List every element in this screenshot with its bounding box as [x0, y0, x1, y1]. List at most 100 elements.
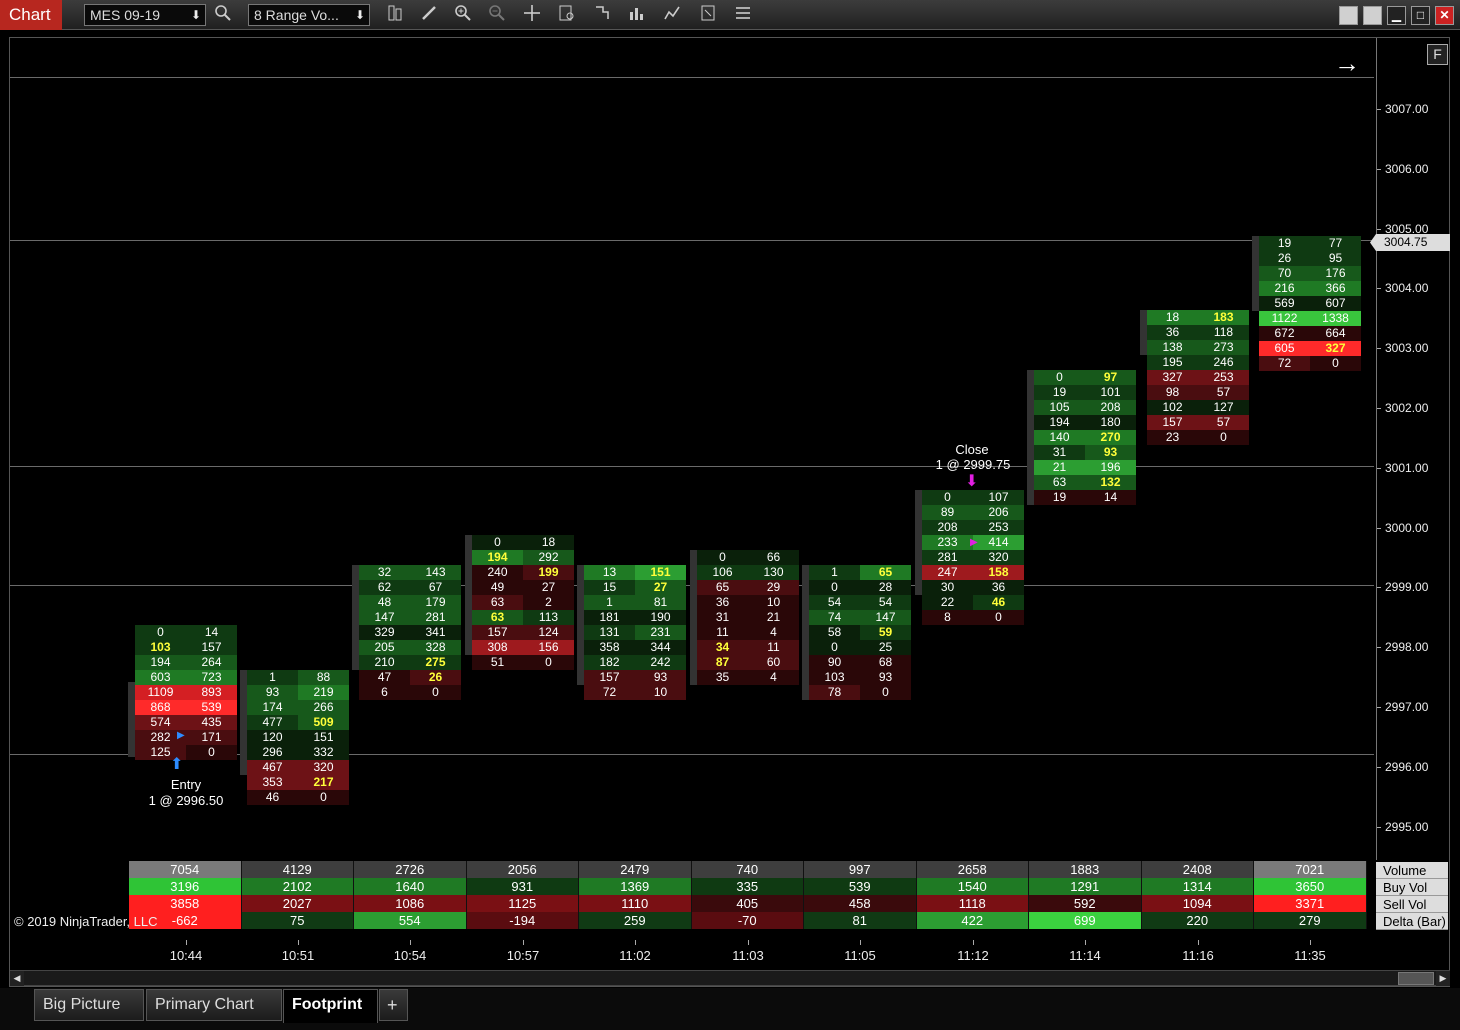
footprint-bar[interactable]: 0 18 194 292 240 199 49 27 63 2 63 113 157 124 308 156 5…	[465, 535, 574, 670]
data-series-icon[interactable]	[384, 4, 406, 26]
bid-volume-cell: 23	[1147, 430, 1198, 445]
price-axis-label: 2996.00	[1385, 759, 1429, 774]
strategies-icon[interactable]	[661, 4, 683, 26]
close-execution-marker: ▶	[970, 537, 978, 548]
bid-volume-cell: 30	[922, 580, 973, 595]
entry-execution-marker: ▶	[177, 730, 185, 741]
bid-volume-cell: 6	[359, 685, 410, 700]
properties-icon[interactable]	[697, 4, 719, 26]
bid-volume-cell: 63	[472, 595, 523, 610]
footprint-bar[interactable]: 0 66 106 130 65 29 36 10 31 21 11 4 34 11 87 60 35 4	[690, 550, 799, 685]
bar-candle-body	[240, 670, 247, 775]
price-axis-label: 2999.00	[1385, 580, 1429, 595]
tab-big-picture[interactable]: Big Picture	[34, 989, 144, 1021]
time-axis-tick	[635, 940, 636, 945]
ask-volume-cell: 206	[973, 505, 1024, 520]
scroll-right-icon[interactable]: ▶	[1436, 971, 1450, 986]
footprint-bar[interactable]: 32 143 62 67 48 179 147 281 329 341 205 328 210 275 47…	[352, 565, 461, 700]
bid-volume-cell: 21	[1034, 460, 1085, 475]
pencil-icon[interactable]	[418, 4, 440, 26]
bid-volume-cell: 19	[1259, 236, 1310, 251]
close-icon[interactable]: ✕	[1435, 6, 1454, 25]
ask-volume-cell: 0	[298, 790, 349, 805]
summary-row-label: Sell Vol	[1376, 896, 1448, 913]
summary-sell-vol-cell: 3858	[129, 895, 242, 912]
bid-volume-cell: 1	[809, 565, 860, 580]
price-axis-tick	[1377, 228, 1381, 230]
bar-type-selector[interactable]: 8 Range Vo... ⬇	[248, 4, 370, 26]
ask-volume-cell: 0	[973, 610, 1024, 625]
indicators-icon[interactable]	[626, 4, 648, 26]
add-tab-button[interactable]: +	[379, 989, 408, 1021]
scrollbar-thumb[interactable]	[1398, 972, 1434, 985]
ask-volume-cell: 27	[635, 580, 686, 595]
bid-volume-cell: 216	[1259, 281, 1310, 296]
bid-volume-cell: 157	[472, 625, 523, 640]
ask-volume-cell: 281	[410, 610, 461, 625]
price-axis-label: 3007.00	[1385, 102, 1429, 116]
tab-primary-chart[interactable]: Primary Chart	[146, 989, 282, 1021]
arrow-right-icon[interactable]: →	[1334, 50, 1360, 76]
minimize-icon[interactable]: ▁	[1387, 6, 1406, 25]
ask-volume-cell: 14	[186, 625, 237, 640]
window-button-2[interactable]	[1363, 6, 1382, 25]
bid-volume-cell: 0	[472, 535, 523, 550]
footprint-bar[interactable]: 0 14 103 157 194 264 603 723 1109 893 868 539 574 435…	[128, 625, 237, 760]
bid-volume-cell: 1	[584, 595, 635, 610]
bid-volume-cell: 0	[135, 625, 186, 640]
bid-volume-cell: 49	[472, 580, 523, 595]
ask-volume-cell: 539	[186, 700, 237, 715]
bid-volume-cell: 93	[247, 685, 298, 700]
footprint-bar[interactable]: 1 88 93 219 174 266 477 509 120 151 296 332 467 320 35…	[240, 670, 349, 805]
crosshair-icon[interactable]	[521, 4, 543, 26]
bid-volume-cell: 603	[135, 670, 186, 685]
ask-volume-cell: 130	[748, 565, 799, 580]
price-axis[interactable]: 3007.00 3006.00 3005.00 3004.00 3003.00 3002.…	[1376, 38, 1450, 860]
drawing-tools-icon[interactable]	[591, 4, 613, 26]
ask-volume-cell: 292	[523, 550, 574, 565]
footprint-bar[interactable]: 19 77 26 95 70 176 216 366 569 607 1122 1338 672 664 6…	[1252, 236, 1361, 371]
summary-volume-cell: 740	[691, 861, 804, 878]
footprint-bar[interactable]: 0 97 19 101 105 208 194 180 140 270 31 93 21 196 63 132…	[1027, 370, 1136, 505]
time-axis-label: 11:35	[1294, 948, 1326, 963]
scroll-left-icon[interactable]: ◀	[10, 971, 24, 986]
search-icon[interactable]	[212, 4, 234, 26]
bid-volume-cell: 1	[247, 670, 298, 685]
maximize-icon[interactable]: □	[1411, 6, 1430, 25]
ask-volume-cell: 101	[1085, 385, 1136, 400]
ask-volume-cell: 1338	[1310, 311, 1361, 326]
ask-volume-cell: 509	[298, 715, 349, 730]
summary-delta-cell: 259	[579, 912, 692, 929]
footprint-bar[interactable]: 13 151 15 27 1 81 181 190 131 231 358 344 182 242 157 9…	[577, 565, 686, 700]
footprint-bar[interactable]: 1 65 0 28 54 54 74 147 58 59 0 25 90 68 103 93 78 0	[802, 565, 911, 700]
ask-volume-cell: 147	[860, 610, 911, 625]
bid-volume-cell: 63	[1034, 475, 1085, 490]
bid-volume-cell: 98	[1147, 385, 1198, 400]
bid-volume-cell: 358	[584, 640, 635, 655]
chevron-down-icon: ⬇	[190, 8, 201, 22]
instrument-selector[interactable]: MES 09-19 ⬇	[84, 4, 206, 26]
ask-volume-cell: 68	[860, 655, 911, 670]
ask-volume-cell: 242	[635, 655, 686, 670]
bid-volume-cell: 157	[584, 670, 635, 685]
bid-volume-cell: 34	[697, 640, 748, 655]
ask-volume-cell: 27	[523, 580, 574, 595]
footprint-bar[interactable]: 18 183 36 118 138 273 195 246 327 253 98 57 102 127 15…	[1140, 310, 1249, 445]
ask-volume-cell: 77	[1310, 236, 1361, 251]
data-box-icon[interactable]	[556, 4, 578, 26]
ask-volume-cell: 320	[298, 760, 349, 775]
zoom-in-icon[interactable]	[452, 4, 474, 26]
bid-volume-cell: 105	[1034, 400, 1085, 415]
tab-footprint[interactable]: Footprint	[283, 989, 378, 1023]
current-price-marker: 3004.75	[1370, 234, 1450, 251]
ask-volume-cell: 57	[1198, 415, 1249, 430]
ask-volume-cell: 11	[748, 640, 799, 655]
list-icon[interactable]	[732, 4, 754, 26]
bid-volume-cell: 605	[1259, 341, 1310, 356]
horizontal-scrollbar[interactable]: ◀ ▶	[10, 970, 1450, 986]
footprint-bar[interactable]: 0 107 89 206 208 253 233 414 281 320 247 158 30 36 22 4…	[915, 490, 1024, 625]
summary-volume-cell: 2056	[466, 861, 579, 878]
zoom-out-icon[interactable]	[486, 4, 508, 26]
time-axis-tick	[186, 940, 187, 945]
window-button-1[interactable]	[1339, 6, 1358, 25]
